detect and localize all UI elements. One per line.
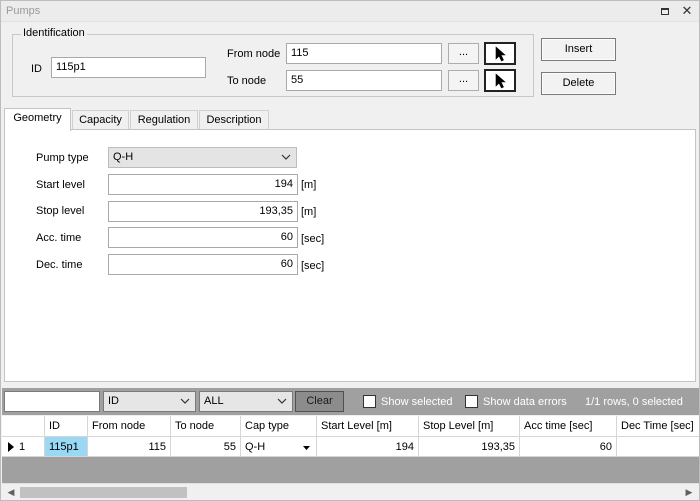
dec-time-field[interactable]: 60 — [108, 254, 298, 275]
column-header[interactable]: Dec Time [sec] — [617, 416, 699, 436]
stop-level-label: Stop level — [36, 205, 85, 217]
scroll-left-icon[interactable]: ◀ — [5, 486, 17, 498]
chevron-down-icon — [277, 398, 287, 404]
delete-button[interactable]: Delete — [541, 72, 616, 95]
cell-to-node[interactable]: 55 — [171, 437, 241, 456]
from-node-browse-button[interactable]: ... — [448, 43, 479, 64]
pump-type-label: Pump type — [36, 152, 89, 164]
dropdown-arrow-icon — [303, 446, 310, 450]
row-index: 1 — [19, 441, 26, 453]
pointer-cursor-icon — [495, 46, 506, 62]
restore-icon — [661, 8, 669, 15]
cell-dec-time[interactable] — [617, 437, 699, 456]
tab-description[interactable]: Description — [199, 110, 269, 130]
horizontal-scrollbar[interactable]: ◀ ▶ — [2, 483, 699, 500]
column-header[interactable]: ID — [45, 416, 88, 436]
to-node-field[interactable]: 55 — [286, 70, 442, 91]
pointer-cursor-icon — [495, 73, 506, 89]
show-selected-label: Show selected — [381, 396, 453, 408]
cell-id[interactable]: 115p1 — [45, 437, 88, 456]
start-level-unit: [m] — [301, 179, 317, 191]
scroll-right-icon[interactable]: ▶ — [683, 486, 695, 498]
restore-button[interactable] — [659, 5, 671, 17]
cell-start-level[interactable]: 194 — [317, 437, 419, 456]
grid-header: ID From node To node Cap type Start Leve… — [2, 416, 699, 437]
close-button[interactable]: ✕ — [681, 3, 693, 18]
tab-capacity[interactable]: Capacity — [72, 110, 129, 130]
filter-scope-select[interactable]: ALL — [199, 391, 293, 412]
acc-time-field[interactable]: 60 — [108, 227, 298, 248]
chevron-down-icon — [281, 154, 291, 160]
pump-type-select[interactable]: Q-H — [108, 147, 297, 168]
pumps-window: Pumps ✕ Identification ID 115p1 From nod… — [0, 0, 700, 501]
from-node-pick-button[interactable] — [484, 42, 516, 65]
table-row[interactable]: 1 115p1 115 55 Q-H 194 193,35 60 — [2, 437, 699, 457]
acc-time-label: Acc. time — [36, 232, 82, 244]
pump-type-value: Q-H — [113, 151, 134, 163]
to-node-browse-button[interactable]: ... — [448, 70, 479, 91]
show-errors-checkbox[interactable] — [465, 395, 478, 408]
insert-button[interactable]: Insert — [541, 38, 616, 61]
cell-cap-type[interactable]: Q-H — [241, 437, 317, 456]
from-node-label: From node — [227, 48, 281, 60]
current-row-arrow-icon — [8, 442, 14, 452]
tab-geometry[interactable]: Geometry — [4, 108, 71, 131]
filter-field-select[interactable]: ID — [103, 391, 196, 412]
column-header[interactable]: From node — [88, 416, 171, 436]
close-icon: ✕ — [681, 3, 693, 18]
to-node-pick-button[interactable] — [484, 69, 516, 92]
title-bar: Pumps ✕ — [1, 1, 699, 22]
filter-search-input[interactable] — [4, 391, 100, 412]
start-level-field[interactable]: 194 — [108, 174, 298, 195]
tab-regulation[interactable]: Regulation — [130, 110, 198, 130]
column-header[interactable]: Stop Level [m] — [419, 416, 520, 436]
scrollbar-thumb[interactable] — [20, 487, 187, 498]
acc-time-unit: [sec] — [301, 233, 325, 245]
chevron-down-icon — [180, 398, 190, 404]
dec-time-unit: [sec] — [301, 260, 325, 272]
row-header[interactable]: 1 — [2, 437, 45, 456]
column-header[interactable]: Start Level [m] — [317, 416, 419, 436]
panel-splitter[interactable] — [1, 382, 699, 387]
to-node-label: To node — [227, 75, 267, 87]
from-node-field[interactable]: 115 — [286, 43, 442, 64]
column-header[interactable]: Acc time [sec] — [520, 416, 617, 436]
geometry-panel: Pump type Q-H Start level 194 [m] Stop l… — [4, 129, 696, 382]
cell-acc-time[interactable]: 60 — [520, 437, 617, 456]
row-status: 1/1 rows, 0 selected — [585, 396, 683, 408]
filter-field-value: ID — [108, 395, 119, 407]
show-errors-label: Show data errors — [483, 396, 567, 408]
clear-button[interactable]: Clear — [295, 391, 344, 412]
window-title: Pumps — [6, 5, 41, 17]
row-header-corner — [2, 416, 45, 436]
column-header[interactable]: Cap type — [241, 416, 317, 436]
pumps-grid: ID From node To node Cap type Start Leve… — [2, 416, 699, 483]
cell-from-node[interactable]: 115 — [88, 437, 171, 456]
filter-bar: ID ALL Clear Show selected Show data err… — [2, 388, 699, 415]
filter-scope-value: ALL — [204, 395, 224, 407]
stop-level-unit: [m] — [301, 206, 317, 218]
cell-stop-level[interactable]: 193,35 — [419, 437, 520, 456]
column-header[interactable]: To node — [171, 416, 241, 436]
id-label: ID — [31, 63, 42, 75]
cap-type-value: Q-H — [245, 441, 266, 453]
stop-level-field[interactable]: 193,35 — [108, 201, 298, 222]
id-field[interactable]: 115p1 — [51, 57, 206, 78]
identification-legend: Identification — [21, 27, 87, 39]
dec-time-label: Dec. time — [36, 259, 83, 271]
show-selected-checkbox[interactable] — [363, 395, 376, 408]
start-level-label: Start level — [36, 179, 85, 191]
